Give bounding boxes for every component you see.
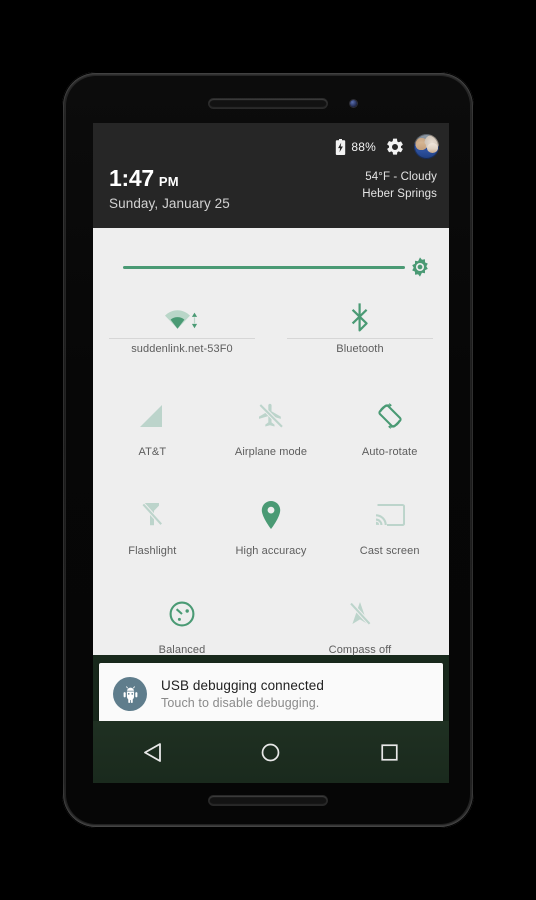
navigation-bar [93,721,449,783]
cast-screen-icon [375,498,405,532]
tile-wifi[interactable]: suddenlink.net-53F0 [93,290,271,359]
phone-screen: 88% 1:47 PM Sunday, January 25 54°F - Cl… [93,123,449,783]
avatar[interactable] [414,134,439,159]
clock-block[interactable]: 1:47 PM Sunday, January 25 [109,165,230,212]
auto-rotate-icon [376,399,404,433]
tile-label-location: High accuracy [235,545,307,557]
tile-location[interactable]: High accuracy [212,488,331,561]
bluetooth-icon [349,300,371,334]
tile-label-airplane-mode: Airplane mode [234,446,308,458]
quick-settings-panel: suddenlink.net-53F0 Bluetooth AT&T Airpl… [93,228,449,656]
gear-icon[interactable] [385,137,405,157]
clock-ampm: PM [158,174,179,189]
phone-device: 88% 1:47 PM Sunday, January 25 54°F - Cl… [62,72,474,828]
clock-time: 1:47 [109,165,154,191]
tile-row-4: Balanced Compass off [93,587,449,660]
tile-label-cellular: AT&T [138,446,167,458]
tile-cast-screen[interactable]: Cast screen [330,488,449,561]
battery-status: 88% [335,138,376,155]
bottom-speaker-icon [209,796,327,805]
tile-label-bluetooth: Bluetooth [336,343,384,355]
tile-bluetooth[interactable]: Bluetooth [271,290,449,359]
phone-bezel: 88% 1:47 PM Sunday, January 25 54°F - Cl… [65,75,471,825]
back-button[interactable] [129,729,175,775]
wifi-icon [165,300,199,334]
brightness-sun-icon[interactable] [409,256,431,278]
android-bug-icon [113,677,147,711]
notification-text: USB debugging connected Touch to disable… [161,678,324,710]
home-button[interactable] [248,729,294,775]
tile-airplane-mode[interactable]: Airplane mode [212,389,331,462]
tile-label-auto-rotate: Auto-rotate [361,446,418,458]
compass-off-icon [346,597,374,631]
tile-auto-rotate[interactable]: Auto-rotate [330,389,449,462]
tile-label-cast-screen: Cast screen [359,545,420,557]
tile-row-1: suddenlink.net-53F0 Bluetooth [93,290,449,359]
tile-row-2: AT&T Airplane mode Auto-rotate [93,389,449,462]
battery-percent-label: 88% [351,139,376,154]
brightness-slider[interactable] [123,256,431,278]
tile-flashlight[interactable]: Flashlight [93,488,212,561]
quick-settings-header: 88% 1:47 PM Sunday, January 25 54°F - Cl… [93,123,449,228]
battery-charging-icon [335,138,346,155]
location-pin-icon [259,498,283,532]
tile-label-wifi: suddenlink.net-53F0 [131,343,233,355]
weather-condition: 54°F - Cloudy [365,171,437,183]
tile-grid: suddenlink.net-53F0 Bluetooth AT&T Airpl… [93,290,449,660]
screenshot-root: 88% 1:47 PM Sunday, January 25 54°F - Cl… [0,0,536,900]
notification-title: USB debugging connected [161,678,324,693]
notification-subtitle: Touch to disable debugging. [161,696,320,710]
brightness-track [123,266,405,269]
flashlight-off-icon [139,498,165,532]
airplane-off-icon [257,399,285,433]
weather-block[interactable]: 54°F - Cloudy Heber Springs [362,169,437,204]
front-camera-icon [350,100,357,107]
status-bar: 88% [335,134,439,159]
earpiece-speaker-icon [209,99,327,108]
tile-divider [109,338,255,339]
tile-cellular[interactable]: AT&T [93,389,212,462]
tile-compass[interactable]: Compass off [271,587,449,660]
notification-usb-debugging[interactable]: USB debugging connected Touch to disable… [99,663,443,725]
recents-button[interactable] [367,729,413,775]
weather-location: Heber Springs [362,188,437,201]
tile-row-3: Flashlight High accuracy Cast screen [93,488,449,561]
clock-date: Sunday, January 25 [109,196,230,211]
tile-label-flashlight: Flashlight [128,545,177,557]
cellular-signal-icon [139,399,165,433]
tile-performance[interactable]: Balanced [93,587,271,660]
balanced-performance-icon [168,597,196,631]
tile-divider [287,338,433,339]
